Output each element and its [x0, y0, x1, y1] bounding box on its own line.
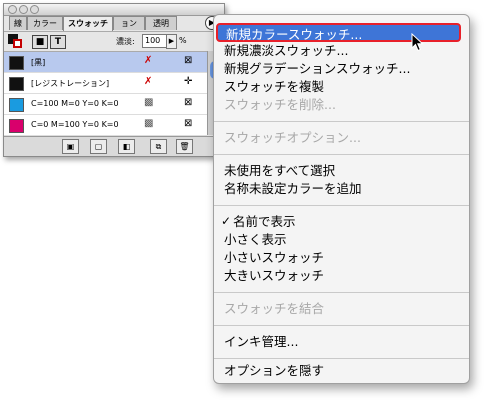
swatches-panel-menu: 新規カラースウォッチ... 新規濃淡スウォッチ... 新規グラデーションスウォッ…: [213, 14, 470, 384]
format-container-button[interactable]: ■: [32, 35, 48, 49]
panel-titlebar: [4, 4, 224, 16]
minimize-window-button[interactable]: [19, 5, 28, 14]
menu-separator: [214, 292, 469, 293]
menu-item-duplicate-swatch[interactable]: スウォッチを複製: [224, 78, 464, 95]
menu-item-merge-swatches: スウォッチを結合: [224, 301, 325, 316]
show-gradient-swatches-icon[interactable]: ◧: [118, 139, 135, 154]
zoom-window-button[interactable]: [30, 5, 39, 14]
registration-icon: ✛: [184, 76, 193, 87]
process-color-icon: ⊠: [184, 97, 193, 108]
menu-item-add-unnamed-colors[interactable]: 名称未設定カラーを追加: [224, 180, 464, 197]
close-window-button[interactable]: [8, 5, 17, 14]
swatch-list: [黒] ✗ ⊠ [レジストレーション] ✗ ✛ C=100 M=0 Y=0 K=…: [4, 51, 207, 136]
menu-item-swatch-options: スウォッチオプション...: [224, 130, 361, 145]
swatch-chip: [9, 98, 24, 112]
tab-gradation[interactable]: ョン: [113, 16, 145, 30]
menu-item-delete-swatch: スウォッチを削除...: [224, 97, 336, 112]
menu-item-small-swatch-view[interactable]: 小さいスウォッチ: [224, 249, 464, 266]
swatch-name: C=100 M=0 Y=0 K=0: [31, 99, 119, 108]
tint-label: 濃淡:: [116, 37, 135, 46]
format-text-button[interactable]: T: [50, 35, 66, 49]
menu-separator: [214, 325, 469, 326]
swatch-row[interactable]: [レジストレーション] ✗ ✛: [4, 73, 207, 94]
tint-slider-button[interactable]: ▶: [166, 34, 177, 49]
menu-item-small-name-view[interactable]: 小さく表示: [224, 231, 464, 248]
swatch-chip: [9, 56, 24, 70]
menu-item-label: 名前で表示: [233, 214, 296, 229]
stroke-box[interactable]: [13, 39, 22, 48]
swatch-chip: [9, 77, 24, 91]
menu-item-large-swatch-view[interactable]: 大きいスウォッチ: [224, 267, 464, 284]
swatch-chip: [9, 119, 24, 133]
panel-tabs: 線 カラー スウォッチ ョン 透明: [9, 16, 214, 31]
swatches-panel: 線 カラー スウォッチ ョン 透明 ▶ ■ T 濃淡: 100 ▶ % [黒] …: [3, 3, 225, 157]
menu-separator: [214, 205, 469, 206]
cmyk-mode-icon: ▩: [144, 97, 154, 108]
fill-stroke-icon[interactable]: [8, 34, 24, 49]
swatch-toolbar: ■ T 濃淡: 100 ▶ %: [4, 31, 224, 50]
menu-item-new-tint-swatch[interactable]: 新規濃淡スウォッチ...: [224, 42, 464, 59]
panel-bottom-bar: ▣ ▢ ◧ ⧉ 🗑: [4, 136, 224, 156]
menu-item-select-all-unused[interactable]: 未使用をすべて選択: [224, 162, 464, 179]
menu-item-name-view[interactable]: ✓ 名前で表示: [221, 213, 464, 230]
swatch-name: C=0 M=100 Y=0 K=0: [31, 120, 119, 129]
swatch-row[interactable]: C=100 M=0 Y=0 K=0 ▩ ⊠: [4, 94, 207, 115]
delete-swatch-icon[interactable]: 🗑: [176, 139, 193, 154]
swatch-row[interactable]: C=0 M=100 Y=0 K=0 ▩ ⊠: [4, 115, 207, 136]
no-edit-icon: ✗: [144, 76, 153, 87]
tab-transparency[interactable]: 透明: [145, 16, 177, 30]
show-color-swatches-icon[interactable]: ▢: [90, 139, 107, 154]
menu-item-ink-manager[interactable]: インキ管理...: [224, 333, 464, 350]
swatch-row[interactable]: [黒] ✗ ⊠: [4, 52, 207, 73]
swatch-name: [レジストレーション]: [31, 79, 110, 88]
tint-input[interactable]: 100: [142, 34, 168, 48]
checkmark-icon: ✓: [221, 214, 232, 228]
process-color-icon: ⊠: [184, 55, 193, 66]
show-all-swatches-icon[interactable]: ▣: [62, 139, 79, 154]
cmyk-mode-icon: ▩: [144, 118, 154, 129]
tab-stroke[interactable]: 線: [9, 16, 27, 30]
no-edit-icon: ✗: [144, 55, 153, 66]
new-swatch-icon[interactable]: ⧉: [150, 139, 167, 154]
swatch-name: [黒]: [31, 58, 46, 67]
menu-item-hide-options[interactable]: オプションを隠す: [224, 362, 464, 379]
menu-item-new-gradient-swatch[interactable]: 新規グラデーションスウォッチ...: [224, 60, 464, 77]
tint-unit: %: [179, 36, 187, 45]
tab-swatches[interactable]: スウォッチ: [63, 16, 113, 31]
process-color-icon: ⊠: [184, 118, 193, 129]
tab-color[interactable]: カラー: [27, 16, 63, 30]
menu-separator: [214, 154, 469, 155]
mouse-pointer-icon: [411, 33, 424, 52]
menu-separator: [214, 358, 469, 359]
menu-separator: [214, 121, 469, 122]
